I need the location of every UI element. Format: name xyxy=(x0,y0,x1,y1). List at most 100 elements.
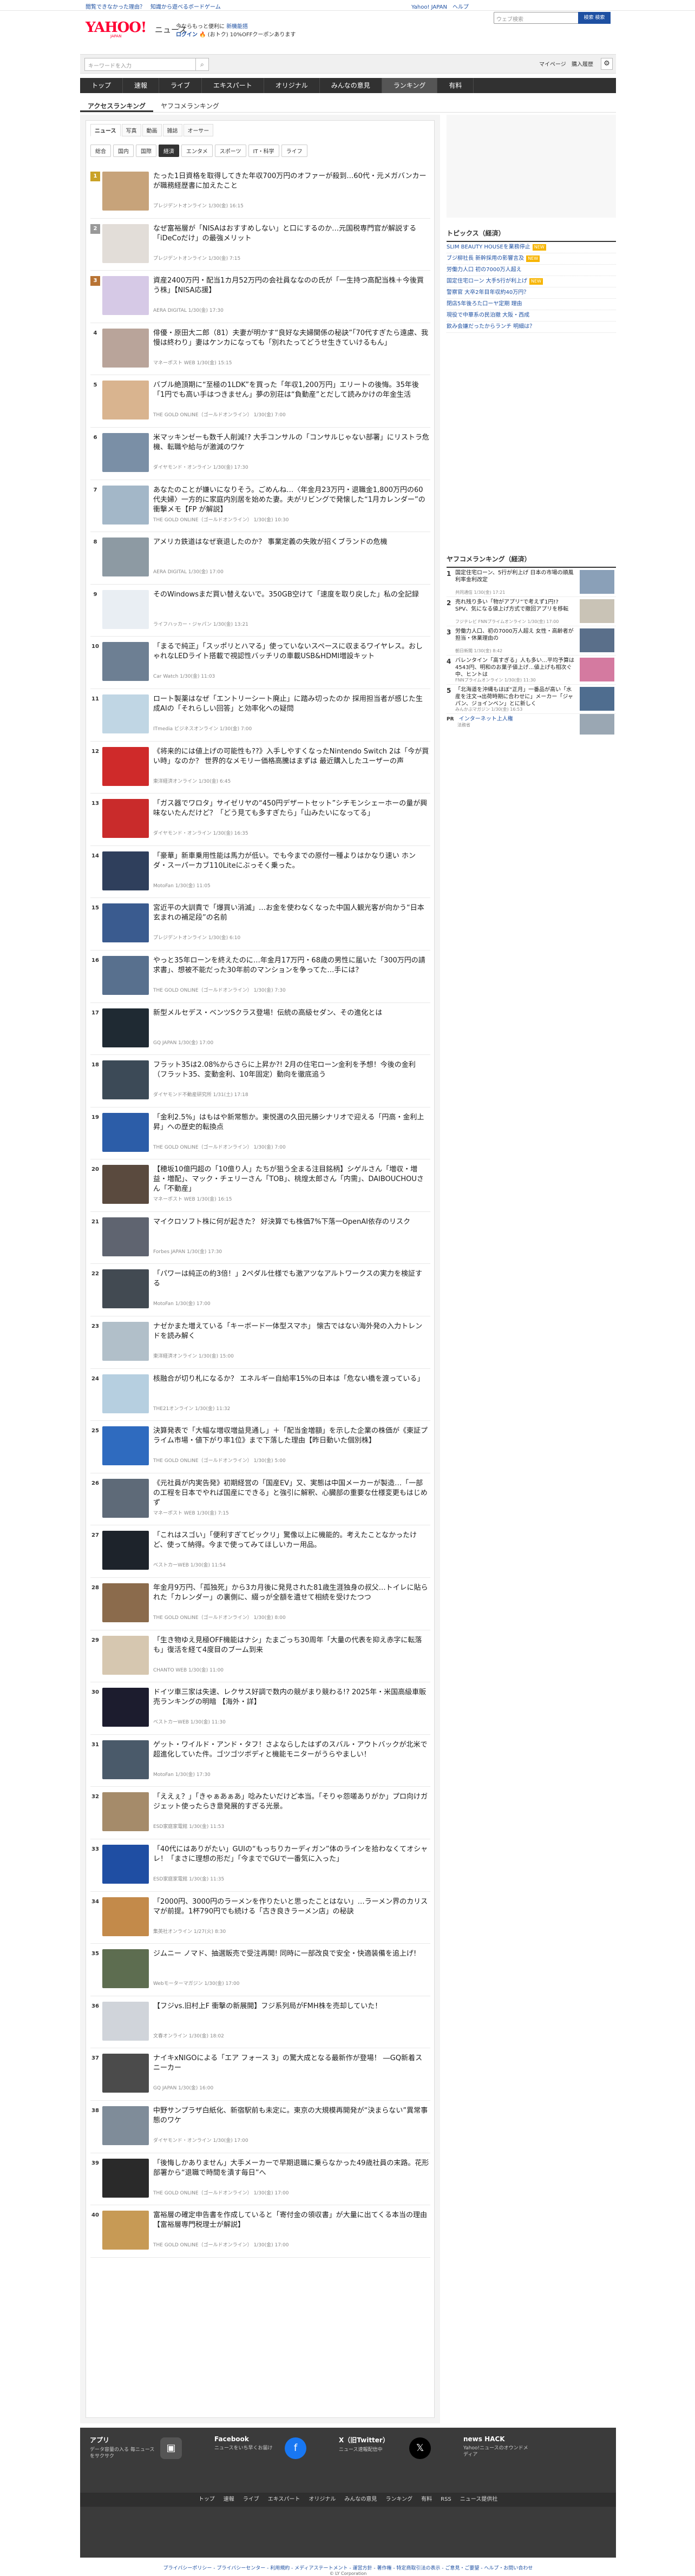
promo-link[interactable]: 新機能搭 xyxy=(226,24,248,30)
topic-link[interactable]: SLIM BEAUTY HOUSEを業務停止 NEW xyxy=(447,242,616,253)
ranking-item[interactable]: 11 ロート製薬はなぜ「エントリーシート廃止」に踏み切ったのか 採用担当者が感じた… xyxy=(90,689,430,742)
article-title[interactable]: 富裕層の確定申告書を作成していると「寄付金の領収書」が大量に出てくる本当の理由【… xyxy=(153,2211,429,2230)
article-thumbnail[interactable] xyxy=(102,276,149,316)
footer-link[interactable]: エキスパート xyxy=(268,2493,300,2507)
article-thumbnail[interactable] xyxy=(102,381,149,420)
category-business[interactable]: 経済 xyxy=(159,145,179,157)
ranking-item[interactable]: 38 中野サンプラザ白紙化、新宿駅前も未定に。東京の大規模再開発が“決まらない”異… xyxy=(90,2101,430,2153)
article-title[interactable]: ナイキxNIGOによる「エア フォース 3」の驚大成となる最新作が登場！ ―GQ… xyxy=(153,2054,429,2073)
footer-x[interactable]: X（旧Twitter） ニュース速報配信中 𝕏 xyxy=(339,2435,463,2473)
article-title[interactable]: たった1日資格を取得してきた年収700万円のオファーが殺到…60代・元メガバンカ… xyxy=(153,172,429,191)
article-title[interactable]: 「豪華」新車乗用性能は馬力が低い。でも今までの原付一種よりはかなり速い ホンダ・… xyxy=(153,851,429,871)
article-title[interactable]: 「ガス器でワロタ」サイゼリヤの“450円デザートセット”シチモンシェーホーの量が… xyxy=(153,799,429,818)
article-thumbnail[interactable] xyxy=(102,851,149,890)
article-title[interactable]: なぜ富裕層が「NISAはおすすめしない」と口にするのか…元国税専門官が解説する「… xyxy=(153,224,429,244)
topic-link[interactable]: 飲み会嫌だったからランチ 明細は？ xyxy=(447,322,616,333)
article-thumbnail[interactable] xyxy=(102,746,149,786)
ranking-item[interactable]: 7 あなたのことが嫌いになりそう。ごめんね…〈年金月23万円・退職金1,800万円… xyxy=(90,480,430,533)
article-title[interactable]: 米マッキンゼーも数千人削減!? 大手コンサルの「コンサルじゃない部署」にリストラ… xyxy=(153,433,429,453)
article-title[interactable]: 新型メルセデス・ベンツSクラス登場！伝統の高級セダン、その進化とは xyxy=(153,1008,429,1018)
article-thumbnail[interactable] xyxy=(102,2001,149,2041)
subtab-author[interactable]: オーサー xyxy=(183,124,214,136)
ranking-item[interactable]: 1 たった1日資格を取得してきた年収700万円のオファーが殺到…60代・元メガバン… xyxy=(90,166,430,219)
article-title[interactable]: 「ええぇ？」「きゃぁあぁあ」唸みたいだけど本当。「そりゃ怨嗟ありがか」プロ向けガ… xyxy=(153,1792,429,1812)
article-title[interactable]: 俳優・原田大二郎（81）夫妻が明かす“良好な夫婦関係の秘訣”「70代すぎたら遠慮… xyxy=(153,329,429,348)
article-thumbnail[interactable] xyxy=(102,1949,149,1989)
article-title[interactable]: 「これはスゴい」「便利すぎてビックリ」驚像以上に機能的。考えたことなかったけど、… xyxy=(153,1531,429,1550)
gear-icon[interactable]: ⚙ xyxy=(601,58,613,70)
ranking-item[interactable]: 15 宮近平の大訓責で「爆買い消滅」…お金を使わなくなった中国人観光客が向かう“日… xyxy=(90,898,430,951)
footer-app[interactable]: アプリ データ容量の入る 毎ニュースをサクサク ▣ xyxy=(90,2435,214,2473)
article-title[interactable]: 中野サンプラザ白紙化、新宿駅前も未定に。東京の大規模再開発が“決まらない”異常事… xyxy=(153,2106,429,2126)
nav-live[interactable]: ライブ xyxy=(159,78,202,93)
comment-article-title[interactable]: 売れ残り多い「物がアプリ”で考えず1円!? SPV、気になる値上げ方式で撤回アプ… xyxy=(455,599,575,613)
category-sports[interactable]: スポーツ xyxy=(214,145,246,157)
article-thumbnail[interactable] xyxy=(102,538,149,577)
footer-link[interactable]: ライブ xyxy=(243,2493,259,2507)
footer-facebook[interactable]: Facebook ニュースをいち早くお届け f xyxy=(214,2435,339,2473)
yahoo-news-logo[interactable]: YAHOO! JAPAN ニュース xyxy=(86,19,187,41)
login-link[interactable]: ログイン xyxy=(176,32,198,38)
category-world[interactable]: 国際 xyxy=(136,145,156,157)
article-title[interactable]: やっと35年ローンを終えたのに…年金月17万円・68歳の男性に届いた「300万円… xyxy=(153,956,429,975)
topic-link[interactable]: 警察官 大卒2年目年収約40万円？ xyxy=(447,287,616,299)
article-title[interactable]: 【フジvs.旧村上F 衝撃の新展開】フジ系列局がFMH株を売却していた！ xyxy=(153,2002,429,2011)
article-thumbnail[interactable] xyxy=(102,1374,149,1413)
top-strip-right[interactable]: Yahoo! JAPAN ヘルプ xyxy=(411,2,469,10)
top-strip-left[interactable]: 閲覧できなかった理由？ 知識から遊べるボードゲーム xyxy=(86,2,221,10)
article-thumbnail[interactable] xyxy=(102,1426,149,1466)
ranking-item[interactable]: 5 バブル絶頂期に“至極の1LDK”を買った「年収1,200万円」エリートの後悔。… xyxy=(90,375,430,428)
nav-paid[interactable]: 有料 xyxy=(437,78,474,93)
topic-link[interactable]: 閉店5年後ろた口ーヤ定期 理由 xyxy=(447,299,616,310)
ranking-item[interactable]: 4 俳優・原田大二郎（81）夫妻が明かす“良好な夫婦関係の秘訣”「70代すぎたら遠… xyxy=(90,323,430,376)
keyword-input[interactable]: キーワードを入力 ⌕ xyxy=(84,58,209,71)
article-thumbnail[interactable] xyxy=(102,1845,149,1884)
header-search-input[interactable]: ウェブ検索 xyxy=(496,15,523,23)
article-thumbnail[interactable] xyxy=(102,694,149,733)
comment-article-title[interactable]: 国定住宅ローン、5行が利上げ 日本の市場の順風利率金利改定 xyxy=(455,569,575,584)
ranking-item[interactable]: 37 ナイキxNIGOによる「エア フォース 3」の驚大成となる最新作が登場！ ―… xyxy=(90,2048,430,2101)
article-thumbnail[interactable] xyxy=(102,903,149,943)
legal-links[interactable]: プライバシーポリシー - プライバシーセンター - 利用規約 - メディアステー… xyxy=(80,2564,616,2571)
search-icon[interactable]: ⌕ xyxy=(195,58,208,70)
mypage-link[interactable]: マイページ xyxy=(539,60,566,68)
x-icon[interactable]: 𝕏 xyxy=(409,2437,431,2459)
tab-comment-ranking[interactable]: ヤフコメランキング xyxy=(153,96,227,112)
article-thumbnail[interactable] xyxy=(102,328,149,368)
article-thumbnail[interactable] xyxy=(102,642,149,681)
ranking-item[interactable]: 18 フラット35は2.08%からさらに上昇か?! 2月の住宅ローン金利を予想！今… xyxy=(90,1055,430,1107)
category-it-science[interactable]: IT・科学 xyxy=(248,145,279,157)
article-thumbnail[interactable] xyxy=(102,1165,149,1204)
footer-newshack[interactable]: news HACK Yahoo!ニュースのオウンドメディア xyxy=(463,2435,588,2473)
article-thumbnail[interactable] xyxy=(102,1112,149,1152)
footer-link[interactable]: 速報 xyxy=(224,2493,234,2507)
article-thumbnail[interactable] xyxy=(102,1897,149,1936)
comment-ranking-item[interactable]: 5 「北海道を沖縄もほぼ“正月」一番品が高い「水産を注文→出荷時期に合わせに」メー… xyxy=(447,685,616,714)
ranking-item[interactable]: 3 資産2400万円・配当1カ月52万円の会社員ななのの氏が「一生持つ高配当株＋今… xyxy=(90,271,430,323)
subtab-photo[interactable]: 写真 xyxy=(121,124,141,136)
comment-article-thumbnail[interactable] xyxy=(580,599,614,623)
article-title[interactable]: ナゼかまた増えている「キーボード一体型スマホ」 懐古ではない海外発の入力トレンド… xyxy=(153,1322,429,1341)
article-thumbnail[interactable] xyxy=(102,1531,149,1570)
article-title[interactable]: 【穂坂10億円超の「10億り人」たちが狙う全まる注目銘柄】シゲルさん「増収・増益… xyxy=(153,1165,429,1194)
footer-link[interactable]: トップ xyxy=(199,2493,215,2507)
footer-link[interactable]: RSS xyxy=(441,2493,451,2507)
ranking-item[interactable]: 28 年金月9万円、「孤独死」から3カ月後に発見された81歳生涯独身の叔父…トイレ… xyxy=(90,1578,430,1630)
article-thumbnail[interactable] xyxy=(102,589,149,629)
comment-article-thumbnail[interactable] xyxy=(580,687,614,711)
article-title[interactable]: 決算発表で「大幅な増収増益見通し」＋「配当金増額」を示した企業の株価が《東証プラ… xyxy=(153,1426,429,1446)
ranking-item[interactable]: 23 ナゼかまた増えている「キーボード一体型スマホ」 懐古ではない海外発の入力トレ… xyxy=(90,1316,430,1369)
category-life[interactable]: ライフ xyxy=(281,145,307,157)
ranking-item[interactable]: 25 決算発表で「大幅な増収増益見通し」＋「配当金増額」を示した企業の株価が《東証… xyxy=(90,1421,430,1473)
nav-top[interactable]: トップ xyxy=(80,78,123,93)
article-title[interactable]: フラット35は2.08%からさらに上昇か?! 2月の住宅ローン金利を予想！今後の… xyxy=(153,1060,429,1080)
comment-article-title[interactable]: バレンタイン「高すぎる」人も多い…平均予算は4543円、明和のお菓子値上げ…値上… xyxy=(455,657,575,678)
topic-link[interactable]: 労働力人口 初の7000万人超え xyxy=(447,265,616,276)
ranking-item[interactable]: 8 アメリカ鉄道はなぜ衰退したのか？ 事業定義の失敗が招くブランドの危機 AERA … xyxy=(90,532,430,585)
ranking-item[interactable]: 12 《将来的には値上げの可能性も??》入手しやすくなったNintendo Swi… xyxy=(90,742,430,794)
ranking-item[interactable]: 22 「パワーは純正の約3倍！」2ペダル仕様でも激アツなアルトワークスの実力を検証… xyxy=(90,1264,430,1317)
ranking-item[interactable]: 20 【穂坂10億円超の「10億り人」たちが狙う全まる注目銘柄】シゲルさん「増収・… xyxy=(90,1159,430,1212)
nav-ranking[interactable]: ランキング xyxy=(382,78,438,93)
ranking-item[interactable]: 10 「まるで純正」「スッポリとハマる」使っていないスペースに収まるワイヤレス。お… xyxy=(90,637,430,689)
ranking-item[interactable]: 40 富裕層の確定申告書を作成していると「寄付金の領収書」が大量に出てくる本当の理… xyxy=(90,2205,430,2258)
